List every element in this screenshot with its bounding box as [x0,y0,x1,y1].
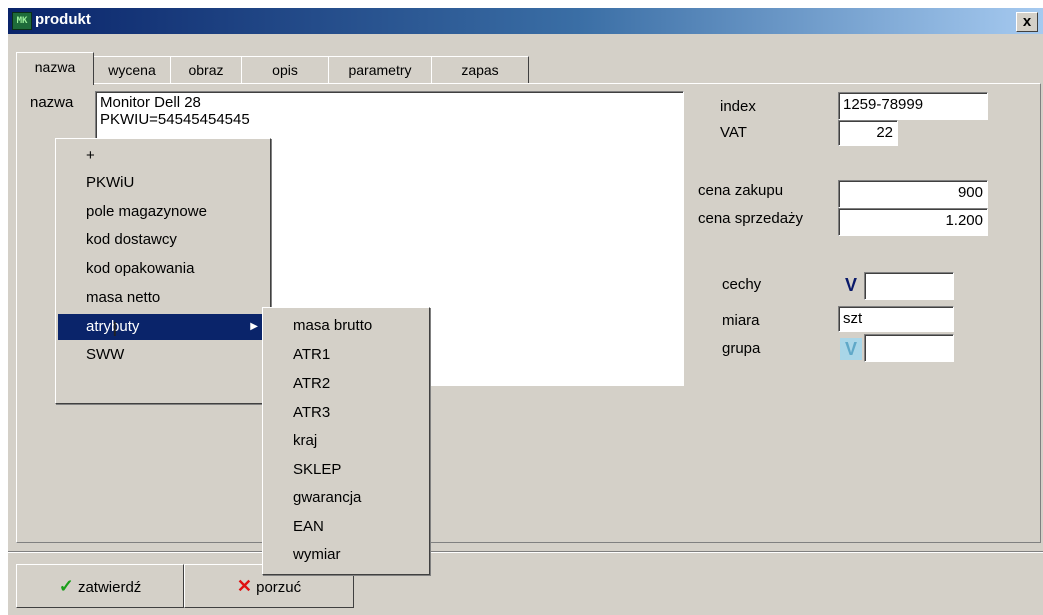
tab-obraz[interactable]: obraz [170,56,242,83]
grupa-label: grupa [722,340,761,357]
submenu-item-wymiar[interactable]: wymiar [265,541,427,568]
submenu-arrow-icon: ▶ [250,321,258,332]
close-button[interactable]: x [1016,12,1038,32]
menu-item-pole-magazynowe[interactable]: pole magazynowe [58,199,268,225]
submenu-item-atr1[interactable]: ATR1 [265,341,427,368]
context-menu: + PKWiU pole magazynowe kod dostawcy kod… [55,138,271,404]
bottom-divider [8,551,1043,553]
nazwa-label: nazwa [30,94,74,111]
window-title: produkt [35,11,91,28]
cechy-check-icon[interactable]: V [840,274,862,296]
confirm-label: zatwierdź [77,579,142,596]
confirm-button[interactable]: ✓ zatwierdź [16,564,184,608]
app-icon: MK [12,12,32,30]
vat-label: VAT [720,124,747,141]
submenu-item-atr3[interactable]: ATR3 [265,399,427,426]
vat-field[interactable]: 22 [838,120,898,146]
submenu-item-masa-brutto[interactable]: masa brutto [265,312,427,339]
check-icon: ✓ [58,576,74,596]
grupa-field[interactable] [864,334,954,362]
submenu-item-atr2[interactable]: ATR2 [265,370,427,397]
tab-wycena[interactable]: wycena [93,56,171,83]
index-field[interactable]: 1259-78999 [838,92,988,120]
cechy-field[interactable] [864,272,954,300]
cancel-label: porzuć [256,579,302,596]
menu-item-masa-netto[interactable]: masa netto [58,285,268,311]
close-icon: ✕ [236,576,252,596]
menu-item-pkwiu[interactable]: PKWiU [58,170,268,196]
grupa-check-icon[interactable]: V [840,338,862,360]
miara-field[interactable]: szt [838,306,954,332]
tab-nazwa[interactable]: nazwa [16,52,94,85]
menu-item-kod-dostawcy[interactable]: kod dostawcy [58,227,268,253]
cena-zakupu-field[interactable]: 900 [838,180,988,208]
submenu-item-ean[interactable]: EAN [265,513,427,540]
menu-item-kod-opakowania[interactable]: kod opakowania [58,256,268,282]
tab-opis[interactable]: opis [241,56,329,83]
index-label: index [720,98,756,115]
submenu-item-gwarancja[interactable]: gwarancja [265,484,427,511]
miara-label: miara [722,312,760,329]
submenu-item-kraj[interactable]: kraj [265,427,427,454]
submenu-item-sklep[interactable]: SKLEP [265,456,427,483]
menu-item-sww[interactable]: SWW [58,342,268,368]
text-cursor-icon: I [112,319,118,341]
cechy-label: cechy [722,276,762,293]
cena-sprzedazy-label: cena sprzedaży [698,210,804,227]
tab-parametry[interactable]: parametry [328,56,432,83]
cena-sprzedazy-field[interactable]: 1.200 [838,208,988,236]
submenu: masa brutto ATR1 ATR2 ATR3 kraj SKLEP gw… [262,307,430,575]
menu-item-atrybuty[interactable]: atrybuty ▶ [58,314,268,340]
menu-item-plus[interactable]: + [58,143,268,169]
title-bar[interactable]: MK produkt x [8,8,1043,34]
cena-zakupu-label: cena zakupu [698,182,784,199]
tab-zapas[interactable]: zapas [431,56,529,83]
